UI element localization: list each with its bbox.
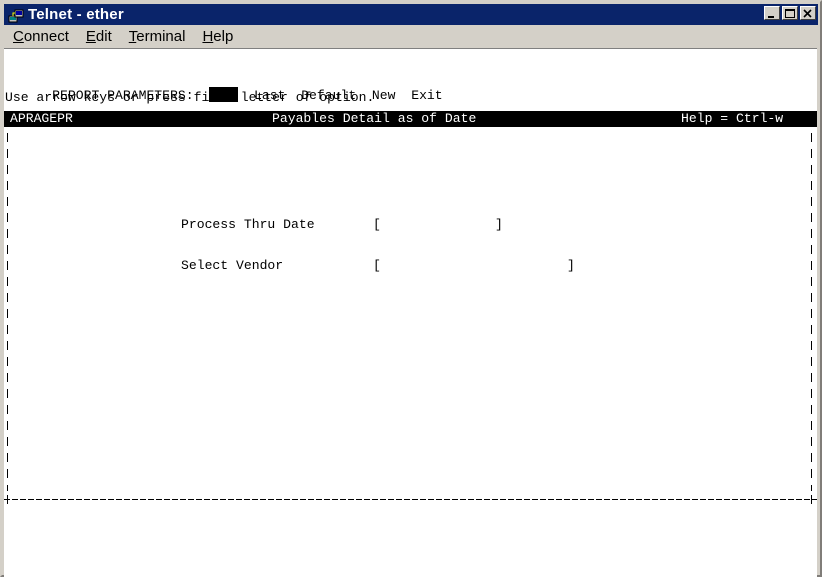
title-bar[interactable]: Telnet - ether	[4, 4, 818, 25]
minimize-button[interactable]	[764, 6, 780, 20]
close-button[interactable]	[800, 6, 816, 20]
maximize-button[interactable]	[782, 6, 798, 20]
form-border	[4, 133, 817, 504]
minimize-icon	[768, 16, 774, 18]
menu-terminal[interactable]: Terminal	[120, 28, 194, 45]
telnet-window: Telnet - ether Connect Edit Terminal Hel…	[0, 0, 822, 577]
menu-bar: Connect Edit Terminal Help	[4, 25, 818, 47]
maximize-icon	[785, 9, 795, 18]
menu-edit[interactable]: Edit	[77, 28, 120, 45]
menu-help[interactable]: Help	[193, 28, 241, 45]
window-title: Telnet - ether	[28, 6, 124, 23]
terminal-screen[interactable]: REPORT PARAMETERS: Last Default New Exit…	[4, 48, 817, 577]
close-icon	[803, 9, 812, 18]
telnet-app-icon[interactable]	[8, 7, 24, 23]
menu-connect[interactable]: Connect	[4, 28, 77, 45]
